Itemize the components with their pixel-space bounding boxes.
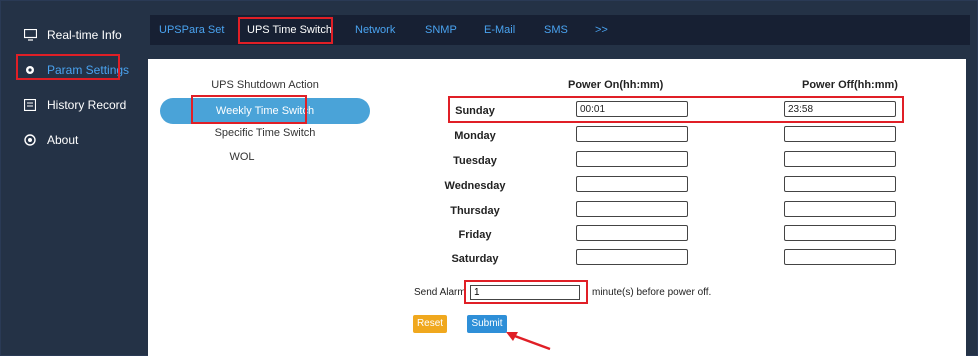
tab-email[interactable]: E-Mail bbox=[484, 15, 515, 45]
power-on-input-saturday[interactable] bbox=[576, 249, 688, 265]
tab-network[interactable]: Network bbox=[355, 15, 395, 45]
reset-button[interactable]: Reset bbox=[413, 315, 447, 333]
sidebar-item-label: History Record bbox=[47, 98, 127, 112]
power-on-header: Power On(hh:mm) bbox=[568, 79, 664, 91]
arrow-icon bbox=[506, 332, 551, 351]
send-alarm-suffix: minute(s) before power off. bbox=[592, 287, 712, 298]
power-off-input-monday[interactable] bbox=[784, 126, 896, 142]
sidebar-item-about[interactable]: About bbox=[1, 125, 139, 155]
tab-sms[interactable]: SMS bbox=[544, 15, 568, 45]
sidebar-item-label: Real-time Info bbox=[47, 28, 122, 42]
power-off-input-friday[interactable] bbox=[784, 225, 896, 241]
power-on-input-thursday[interactable] bbox=[576, 201, 688, 217]
sidebar-item-realtime-info[interactable]: Real-time Info bbox=[1, 20, 139, 50]
send-alarm-label: Send Alarm bbox=[414, 287, 466, 298]
submenu-wol[interactable]: WOL bbox=[142, 151, 342, 163]
tab-snmp[interactable]: SNMP bbox=[425, 15, 457, 45]
sidebar-item-history-record[interactable]: History Record bbox=[1, 90, 139, 120]
highlight-box-sunday-row bbox=[448, 96, 904, 123]
highlight-box-time-switch-tab bbox=[238, 17, 333, 44]
power-off-input-tuesday[interactable] bbox=[784, 151, 896, 167]
tab-more[interactable]: >> bbox=[595, 15, 608, 45]
submenu-specific-time-switch[interactable]: Specific Time Switch bbox=[165, 127, 365, 139]
day-label-wednesday: Wednesday bbox=[444, 180, 506, 192]
sidebar-item-label: About bbox=[47, 133, 79, 147]
day-label-tuesday: Tuesday bbox=[453, 155, 497, 167]
power-off-input-thursday[interactable] bbox=[784, 201, 896, 217]
history-icon bbox=[23, 98, 37, 112]
highlight-box-weekly bbox=[191, 95, 307, 124]
day-label-thursday: Thursday bbox=[450, 205, 500, 217]
power-on-input-friday[interactable] bbox=[576, 225, 688, 241]
day-label-saturday: Saturday bbox=[451, 253, 499, 265]
monitor-icon bbox=[23, 28, 37, 42]
day-label-monday: Monday bbox=[454, 130, 496, 142]
highlight-box-param-settings bbox=[16, 54, 120, 80]
power-off-input-wednesday[interactable] bbox=[784, 176, 896, 192]
tab-upspara-set[interactable]: UPSPara Set bbox=[159, 15, 224, 45]
about-icon bbox=[23, 133, 37, 147]
power-on-input-tuesday[interactable] bbox=[576, 151, 688, 167]
submenu-ups-shutdown-action[interactable]: UPS Shutdown Action bbox=[165, 79, 365, 91]
power-off-header: Power Off(hh:mm) bbox=[802, 79, 898, 91]
power-on-input-wednesday[interactable] bbox=[576, 176, 688, 192]
power-on-input-monday[interactable] bbox=[576, 126, 688, 142]
day-label-friday: Friday bbox=[458, 229, 492, 241]
power-off-input-saturday[interactable] bbox=[784, 249, 896, 265]
highlight-box-alarm bbox=[464, 280, 588, 304]
